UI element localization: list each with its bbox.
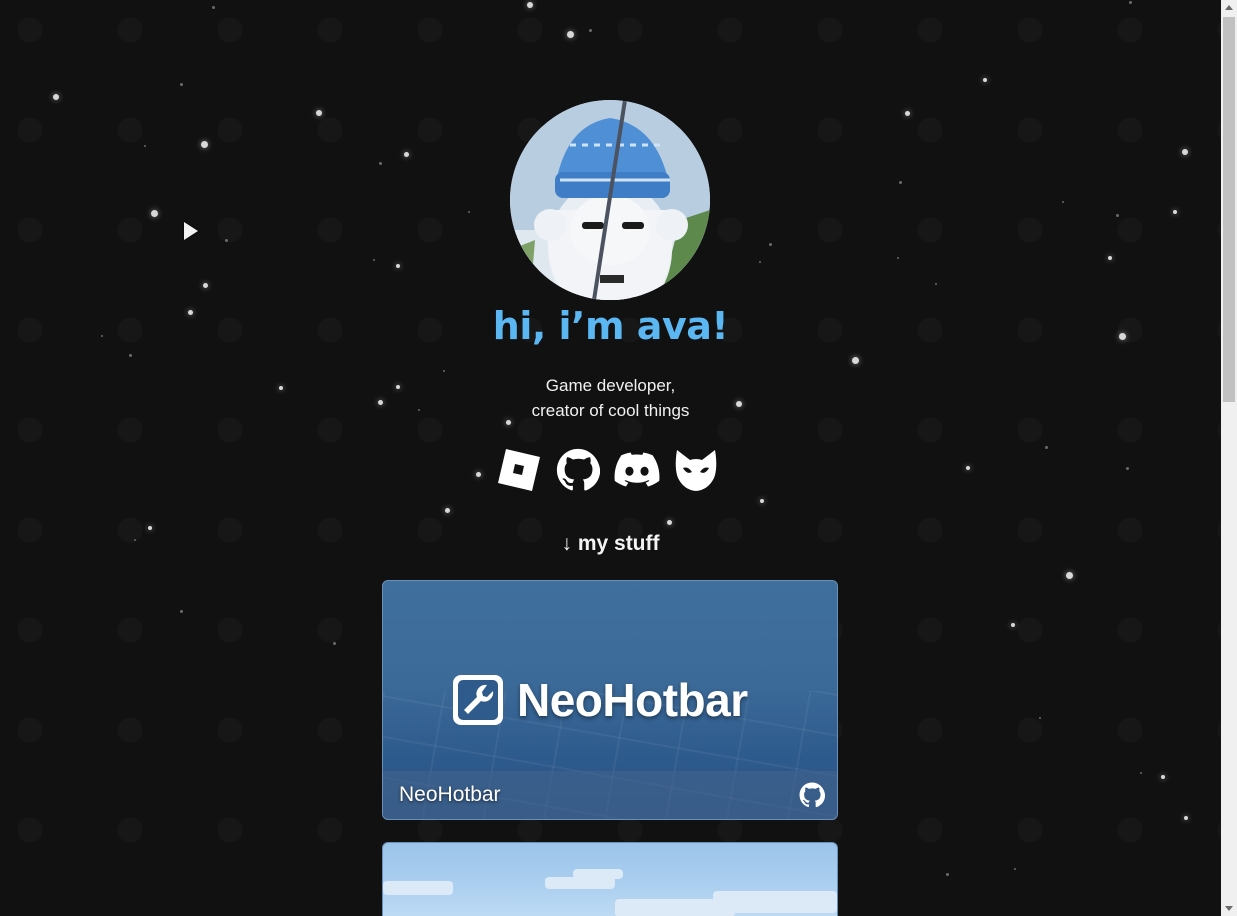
fox-mask-link[interactable] [673,447,719,493]
cloud [383,881,453,895]
star [316,110,322,116]
star [443,370,445,372]
star [1011,623,1015,627]
star [1044,445,1048,449]
star [851,356,859,364]
roblox-icon [498,449,540,491]
star [1182,149,1188,155]
scroll-up-arrow-icon[interactable] [1225,5,1233,10]
star [1140,772,1142,774]
star [150,209,158,217]
neohotbar-logo-text: NeoHotbar [517,674,748,726]
star [148,526,152,530]
wrench-icon [453,675,503,725]
star [759,261,761,263]
star [211,5,215,9]
github-link[interactable] [555,447,601,493]
star [144,145,146,147]
project-card-neohotbar[interactable]: NeoHotbar NeoHotbar [382,580,838,820]
project-card-2[interactable] [382,842,838,916]
discord-icon [614,452,660,487]
star [898,180,902,184]
page-viewport: hi, i’m ava! Game developer, creator of … [0,0,1221,916]
discord-link[interactable] [614,447,660,493]
star [527,2,533,8]
star [1115,213,1119,217]
star [1184,816,1188,820]
star [768,242,772,246]
star [1108,256,1112,260]
star [983,78,987,82]
star [760,499,764,503]
star [403,151,409,157]
hero-title: hi, i’m ava! [492,304,729,348]
my-stuff-label: my stuff [577,532,660,555]
star [53,94,59,100]
cloud [573,869,623,879]
hero-subtitle-line-1: Game developer, [545,376,676,395]
fox-mask-icon [675,450,717,491]
star [897,257,899,259]
star [1014,868,1016,870]
card-footer: NeoHotbar [383,771,837,819]
mouse-cursor [184,222,198,240]
star [904,110,910,116]
star [588,28,592,32]
star [332,641,336,645]
social-links [496,446,728,494]
star [935,283,937,285]
star [966,466,970,470]
my-stuff-link[interactable]: ↓ my stuff [0,532,1221,556]
star [202,282,208,288]
star [179,609,183,613]
arrow-down-icon: ↓ [561,532,572,555]
star [666,519,672,525]
project-name: NeoHotbar [399,783,501,806]
star [1065,571,1073,579]
star [468,211,470,213]
star [378,161,382,165]
star [566,30,574,38]
hero-subtitle: Game developer, creator of cool things [0,373,1221,423]
star [1173,210,1177,214]
scroll-thumb[interactable] [1223,17,1235,402]
star [945,872,949,876]
github-icon [556,448,600,491]
star [444,507,450,513]
star [200,140,208,148]
star [224,238,228,242]
star [373,259,375,261]
avatar [510,100,710,300]
star [475,471,481,477]
star [179,82,183,86]
star [1062,201,1064,203]
star [1039,717,1041,719]
star [128,353,132,357]
github-icon[interactable] [799,782,825,808]
star [1161,775,1165,779]
cloud [713,891,837,913]
hero-subtitle-line-2: creator of cool things [531,401,690,420]
scroll-down-arrow-icon[interactable] [1225,906,1233,911]
star [1125,466,1129,470]
neohotbar-logo: NeoHotbar [451,673,748,727]
page-scrollbar[interactable] [1221,0,1237,916]
star [396,264,400,268]
roblox-link[interactable] [496,447,542,493]
star [1128,0,1132,4]
